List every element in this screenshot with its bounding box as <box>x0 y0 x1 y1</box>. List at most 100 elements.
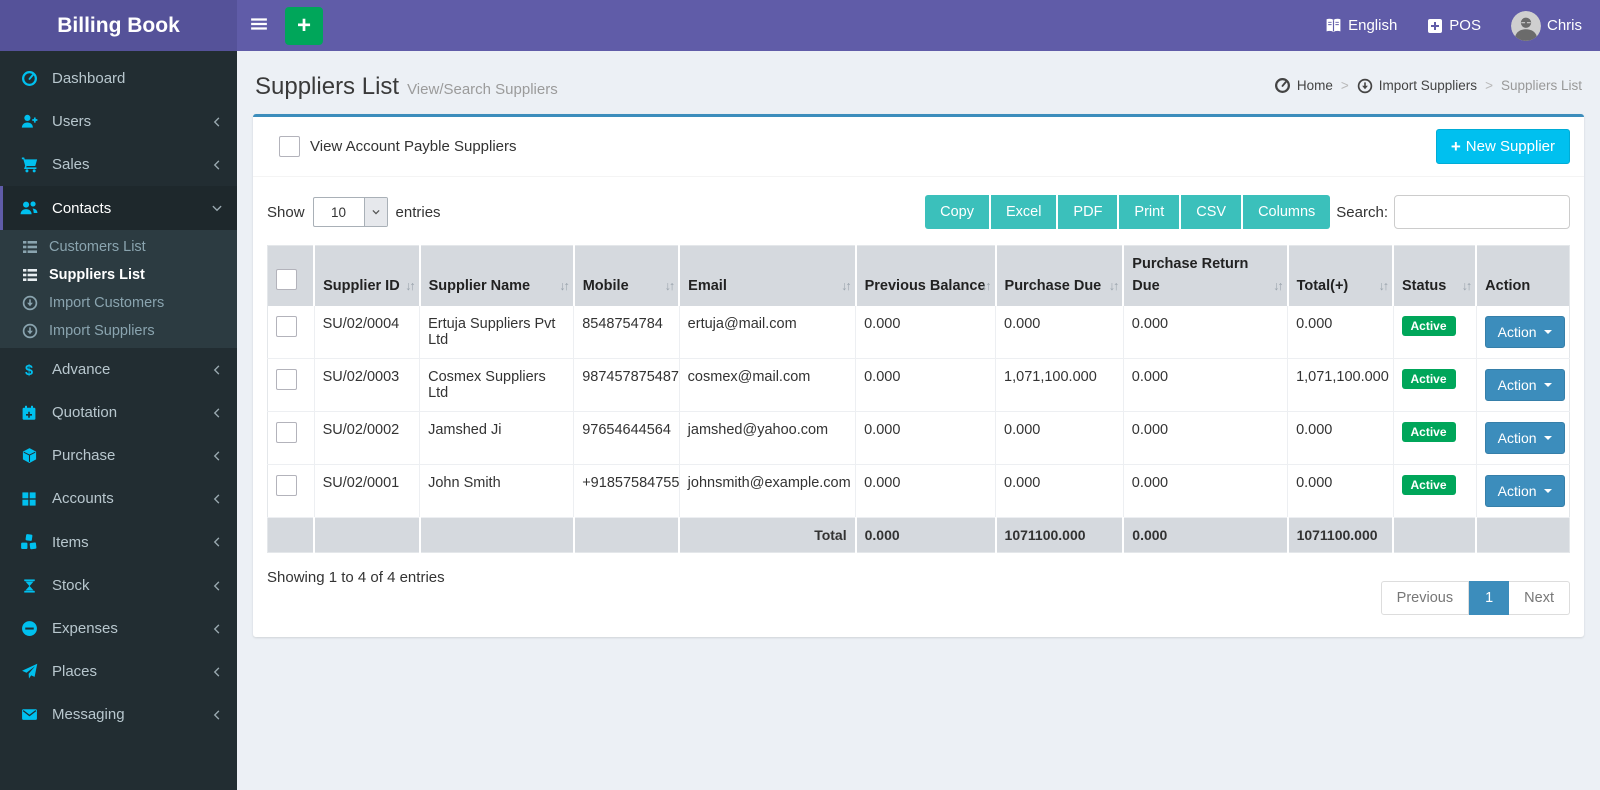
language-menu[interactable]: English <box>1325 17 1397 34</box>
select-all-header[interactable] <box>267 245 316 306</box>
breadcrumb-label: Import Suppliers <box>1378 78 1478 93</box>
sidebar: Dashboard Users Sales Contacts Customers Lis… <box>0 51 237 790</box>
sidebar-item-quotation[interactable]: Quotation <box>0 391 237 434</box>
export-columns-button[interactable]: Columns <box>1243 195 1331 229</box>
user-menu[interactable]: Chris <box>1510 10 1582 41</box>
sidebar-subitem-import-customers[interactable]: Import Customers <box>0 289 237 317</box>
column-header-mobile[interactable]: Mobile ↓↑ <box>573 245 681 306</box>
action-button[interactable]: Action <box>1484 368 1565 401</box>
select-all-checkbox[interactable] <box>276 268 297 290</box>
chevron-left-icon <box>211 116 223 128</box>
minus-circle-icon <box>18 620 40 637</box>
table-row: SU/02/0001 John Smith +91857584755 johnsmit… <box>267 464 1570 518</box>
cell-select <box>267 358 315 412</box>
column-header-purchase-return-due[interactable]: Purchase Return Due ↓↑ <box>1123 245 1289 306</box>
import-icon <box>21 295 39 311</box>
column-header-total-plus[interactable]: Total(+) ↓↑ <box>1287 245 1395 306</box>
export-copy-button[interactable]: Copy <box>925 195 991 229</box>
dashboard-icon <box>1274 77 1291 94</box>
export-csv-button[interactable]: CSV <box>1181 195 1244 229</box>
app-logo[interactable]: Billing Book <box>0 0 237 51</box>
sidebar-subitem-import-suppliers[interactable]: Import Suppliers <box>0 317 237 345</box>
pagination-previous[interactable]: Previous <box>1380 580 1470 615</box>
sidebar-subitem-label: Suppliers List <box>49 267 145 283</box>
total-cell-1 <box>314 517 421 552</box>
cube-icon <box>18 447 40 464</box>
action-button[interactable]: Action <box>1484 421 1565 454</box>
cell-supplier-name: Ertuja Suppliers Pvt Ltd <box>419 305 575 359</box>
export-excel-button[interactable]: Excel <box>990 195 1059 229</box>
cell-select <box>267 464 315 518</box>
table-total-row: Total 0.000 1071100.000 0.000 1071100.000 <box>267 517 1570 552</box>
sidebar-item-users[interactable]: Users <box>0 100 237 143</box>
sidebar-toggle-button[interactable] <box>237 0 281 51</box>
dashboard-icon <box>18 70 40 87</box>
hamburger-icon <box>250 15 268 36</box>
cell-select <box>267 411 315 465</box>
payable-filter-checkbox[interactable] <box>279 136 300 157</box>
status-badge: Active <box>1401 474 1456 495</box>
column-header-email[interactable]: Email ↓↑ <box>679 245 857 306</box>
sidebar-item-messaging[interactable]: Messaging <box>0 693 237 736</box>
column-header-supplier-id[interactable]: Supplier ID ↓↑ <box>314 245 421 306</box>
chevron-left-icon <box>211 450 223 462</box>
svg-text:$: $ <box>25 362 33 377</box>
column-header-supplier-name[interactable]: Supplier Name ↓↑ <box>419 245 575 306</box>
pos-button[interactable]: POS <box>1427 17 1481 34</box>
quick-add-button[interactable]: + <box>285 6 323 45</box>
cell-email: cosmex@mail.com <box>679 358 857 412</box>
chevron-left-icon <box>211 493 223 505</box>
pagination-next[interactable]: Next <box>1509 580 1570 615</box>
sidebar-item-contacts[interactable]: Contacts <box>0 186 237 230</box>
sidebar-item-places[interactable]: Places <box>0 650 237 693</box>
sidebar-item-label: Advance <box>52 361 111 378</box>
sidebar-item-sales[interactable]: Sales <box>0 143 237 186</box>
app-root: Billing Book + English POS Chris Dashboa… <box>0 0 1600 790</box>
column-header-label: Supplier Name <box>428 277 531 294</box>
cell-action: Action <box>1476 358 1570 412</box>
cell-action: Action <box>1476 464 1570 518</box>
sidebar-item-label: Expenses <box>52 620 118 637</box>
hourglass-icon <box>18 578 40 594</box>
caret-down-icon <box>1543 488 1552 493</box>
pagination-page-1[interactable]: 1 <box>1469 580 1510 615</box>
sidebar-subitem-customers-list[interactable]: Customers List <box>0 233 237 261</box>
breadcrumb-import-suppliers[interactable]: Import Suppliers <box>1357 78 1477 94</box>
cell-total-plus: 0.000 <box>1287 305 1394 359</box>
row-checkbox[interactable] <box>276 315 297 337</box>
sort-icon: ↓↑ <box>1461 278 1472 293</box>
top-navbar: Billing Book + English POS Chris <box>0 0 1600 51</box>
row-checkbox[interactable] <box>276 368 297 390</box>
plus-icon: + <box>1450 137 1461 156</box>
sidebar-item-dashboard[interactable]: Dashboard <box>0 57 237 100</box>
row-checkbox[interactable] <box>276 421 297 443</box>
cell-supplier-id: SU/02/0004 <box>314 305 421 359</box>
new-supplier-button[interactable]: + New Supplier <box>1435 129 1570 164</box>
column-header-status[interactable]: Status ↓↑ <box>1393 245 1478 306</box>
boxes-icon <box>18 533 40 551</box>
breadcrumb-home[interactable]: Home <box>1274 77 1333 94</box>
sidebar-item-accounts[interactable]: Accounts <box>0 477 237 520</box>
cell-mobile: +91857584755 <box>573 464 680 518</box>
action-button[interactable]: Action <box>1484 474 1565 507</box>
cell-supplier-id: SU/02/0003 <box>314 358 421 412</box>
column-header-previous-balance[interactable]: Previous Balance ↓↑ <box>855 245 997 306</box>
sidebar-item-advance[interactable]: $ Advance <box>0 348 237 391</box>
action-button[interactable]: Action <box>1484 315 1565 348</box>
language-book-icon <box>1325 17 1342 34</box>
search-input[interactable] <box>1394 195 1570 229</box>
column-header-purchase-due[interactable]: Purchase Due ↓↑ <box>995 245 1125 306</box>
sidebar-item-purchase[interactable]: Purchase <box>0 434 237 477</box>
page-size-select[interactable]: 10 <box>312 197 388 227</box>
sidebar-item-items[interactable]: Items <box>0 520 237 564</box>
row-checkbox[interactable] <box>276 474 297 496</box>
total-cell-6: 1071100.000 <box>995 517 1125 552</box>
cell-purchase-return-due: 0.000 <box>1123 464 1289 518</box>
breadcrumb-label: Home <box>1296 78 1333 93</box>
username: Chris <box>1546 17 1582 34</box>
sidebar-item-stock[interactable]: Stock <box>0 564 237 607</box>
sidebar-item-expenses[interactable]: Expenses <box>0 607 237 650</box>
sidebar-subitem-suppliers-list[interactable]: Suppliers List <box>0 261 237 289</box>
export-pdf-button[interactable]: PDF <box>1058 195 1120 229</box>
export-print-button[interactable]: Print <box>1119 195 1182 229</box>
